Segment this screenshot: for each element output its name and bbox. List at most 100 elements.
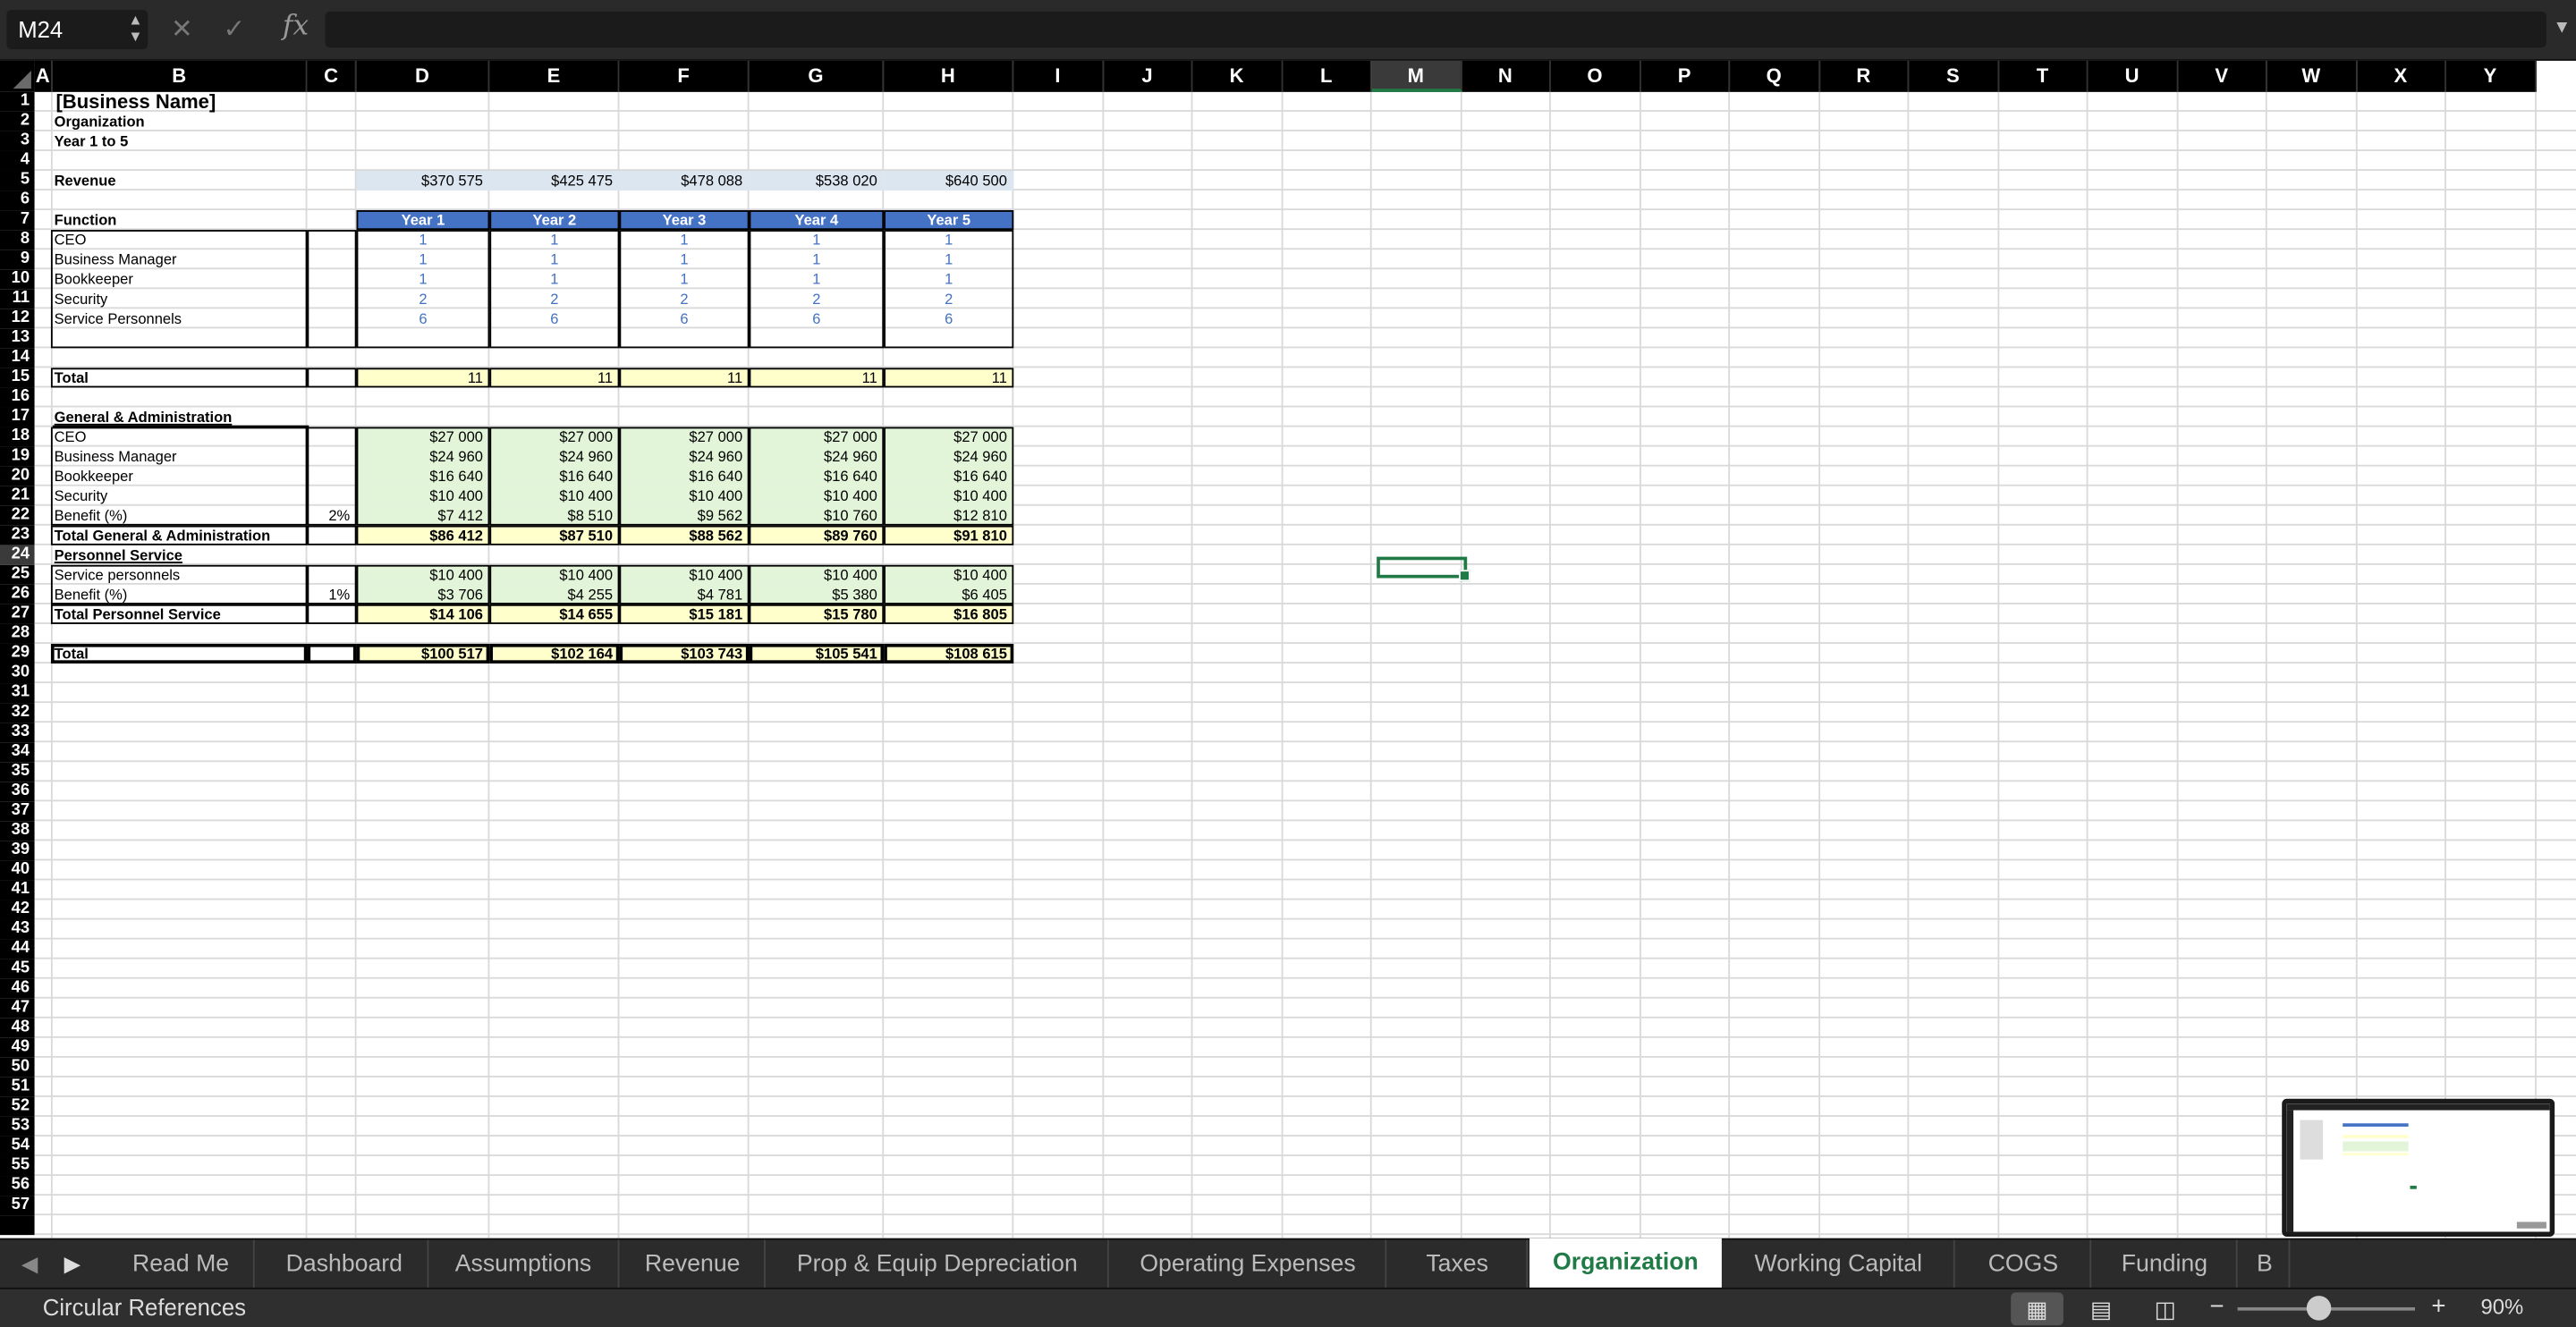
ga-total-cell[interactable]: $89 760 [749, 525, 885, 545]
headcount-cell[interactable]: 1 [357, 230, 490, 249]
column-header-u[interactable]: U [2088, 60, 2178, 92]
column-header-k[interactable]: K [1192, 60, 1283, 92]
headcount-cell[interactable]: 1 [884, 269, 1013, 289]
headcount-cell[interactable]: 6 [357, 309, 490, 328]
row-header[interactable]: 8 [0, 230, 35, 250]
column-header-l[interactable]: L [1282, 60, 1372, 92]
row-header[interactable]: 36 [0, 782, 35, 802]
row-header[interactable]: 44 [0, 939, 35, 959]
ps-salary-cell[interactable]: $4 255 [489, 584, 620, 604]
ga-salary-cell[interactable]: $24 960 [749, 446, 885, 467]
row-header[interactable]: 12 [0, 309, 35, 329]
row-header[interactable]: 28 [0, 623, 35, 644]
headcount-cell[interactable]: 1 [619, 249, 749, 269]
ps-total-cell[interactable]: $14 106 [356, 604, 490, 624]
row-header[interactable]: 23 [0, 525, 35, 545]
row-header[interactable]: 40 [0, 860, 35, 881]
row-header[interactable]: 6 [0, 190, 35, 211]
headcount-cell[interactable]: 1 [489, 249, 619, 269]
year-header[interactable]: Year 4 [749, 210, 885, 231]
headcount-cell[interactable]: 1 [750, 269, 885, 289]
role-label[interactable]: Business Manager [55, 249, 308, 269]
row-header[interactable]: 56 [0, 1176, 35, 1196]
ga-salary-cell[interactable]: $24 960 [884, 446, 1014, 467]
total-headcount-cell[interactable]: 11 [489, 368, 620, 388]
total-headcount-cell[interactable]: 11 [619, 368, 750, 388]
column-header-r[interactable]: R [1819, 60, 1910, 92]
row-header[interactable]: 5 [0, 171, 35, 191]
row-header[interactable]: 24 [0, 545, 35, 565]
grand-total-cell[interactable]: $103 743 [619, 643, 750, 664]
revenue-cell[interactable]: $538 020 [749, 171, 885, 191]
headcount-cell[interactable]: 6 [489, 309, 619, 328]
grand-total-cell[interactable]: $102 164 [489, 643, 620, 664]
sheet-tab-taxes[interactable]: Taxes [1388, 1239, 1529, 1289]
headcount-cell[interactable]: 2 [884, 289, 1013, 309]
column-header-e[interactable]: E [489, 60, 620, 92]
row-header[interactable]: 53 [0, 1116, 35, 1137]
column-header-h[interactable]: H [884, 60, 1014, 92]
row-header[interactable]: 33 [0, 723, 35, 743]
row-header[interactable]: 48 [0, 1018, 35, 1038]
row-header[interactable]: 21 [0, 486, 35, 506]
grand-total-label[interactable]: Total [55, 644, 308, 664]
insert-function-icon[interactable]: fx [283, 10, 309, 43]
sheet-period[interactable]: Year 1 to 5 [55, 131, 308, 151]
ga-role-label[interactable]: Business Manager [55, 447, 308, 467]
ps-salary-cell[interactable]: $3 706 [356, 584, 490, 604]
ga-salary-cell[interactable]: $7 412 [356, 505, 490, 526]
enter-icon[interactable]: ✓ [224, 16, 246, 44]
row-header[interactable]: 26 [0, 584, 35, 604]
ga-salary-cell[interactable]: $16 640 [619, 466, 750, 486]
column-header-m[interactable]: M [1371, 60, 1462, 92]
row-header[interactable]: 47 [0, 998, 35, 1018]
sheet-tab-revenue[interactable]: Revenue [621, 1239, 766, 1289]
ps-salary-cell[interactable]: $6 405 [884, 584, 1014, 604]
row-header[interactable]: 1 [0, 91, 35, 112]
ps-salary-cell[interactable]: $4 781 [619, 584, 750, 604]
chevron-down-icon[interactable]: ▼ [2553, 18, 2571, 38]
total-headcount-cell[interactable]: 11 [749, 368, 885, 388]
column-header-c[interactable]: C [307, 60, 357, 92]
column-header-g[interactable]: G [749, 60, 885, 92]
ga-role-label[interactable]: CEO [55, 427, 308, 447]
name-box-stepper-icon[interactable]: ▲ ▼ [128, 12, 142, 45]
total-headcount-cell[interactable]: 11 [884, 368, 1014, 388]
row-header[interactable]: 39 [0, 841, 35, 861]
column-header-d[interactable]: D [356, 60, 490, 92]
ga-salary-cell[interactable]: $10 400 [884, 486, 1014, 506]
column-header-f[interactable]: F [619, 60, 750, 92]
row-header[interactable]: 38 [0, 821, 35, 841]
revenue-cell[interactable]: $370 575 [356, 171, 490, 191]
ga-salary-cell[interactable]: $10 400 [619, 486, 750, 506]
normal-view-icon[interactable]: ▦ [2011, 1292, 2063, 1326]
row-header[interactable]: 34 [0, 742, 35, 763]
ps-salary-cell[interactable]: $10 400 [884, 564, 1014, 585]
headcount-cell[interactable]: 1 [619, 269, 749, 289]
column-header-j[interactable]: J [1103, 60, 1193, 92]
row-header[interactable]: 27 [0, 604, 35, 624]
column-header-a[interactable]: A [34, 60, 53, 92]
row-header[interactable]: 54 [0, 1136, 35, 1156]
ga-total-cell[interactable]: $87 510 [489, 525, 620, 545]
ga-salary-cell[interactable]: $27 000 [749, 427, 885, 447]
total-headcount-label[interactable]: Total [55, 368, 308, 387]
ga-total-label[interactable]: Total General & Administration [55, 526, 308, 545]
column-header-y[interactable]: Y [2445, 60, 2536, 92]
row-header[interactable]: 13 [0, 328, 35, 349]
benefit-percent[interactable]: 2% [307, 506, 356, 526]
ga-total-cell[interactable]: $91 810 [884, 525, 1014, 545]
ga-total-cell[interactable]: $88 562 [619, 525, 750, 545]
row-header[interactable]: 42 [0, 900, 35, 920]
ps-section-label[interactable]: Personnel Service [55, 545, 308, 565]
ga-role-label[interactable]: Benefit (%) [55, 506, 308, 526]
row-header[interactable]: 11 [0, 289, 35, 309]
grand-total-cell[interactable]: $100 517 [356, 643, 490, 664]
sheet-tab-prop-equip-depreciation[interactable]: Prop & Equip Depreciation [767, 1239, 1109, 1289]
sheet-tab-read-me[interactable]: Read Me [108, 1239, 255, 1289]
grand-total-cell[interactable]: $108 615 [884, 643, 1014, 664]
zoom-in-button[interactable]: + [2431, 1292, 2445, 1320]
ps-salary-cell[interactable]: $10 400 [749, 564, 885, 585]
row-header[interactable]: 29 [0, 643, 35, 664]
row-header[interactable]: 20 [0, 466, 35, 486]
